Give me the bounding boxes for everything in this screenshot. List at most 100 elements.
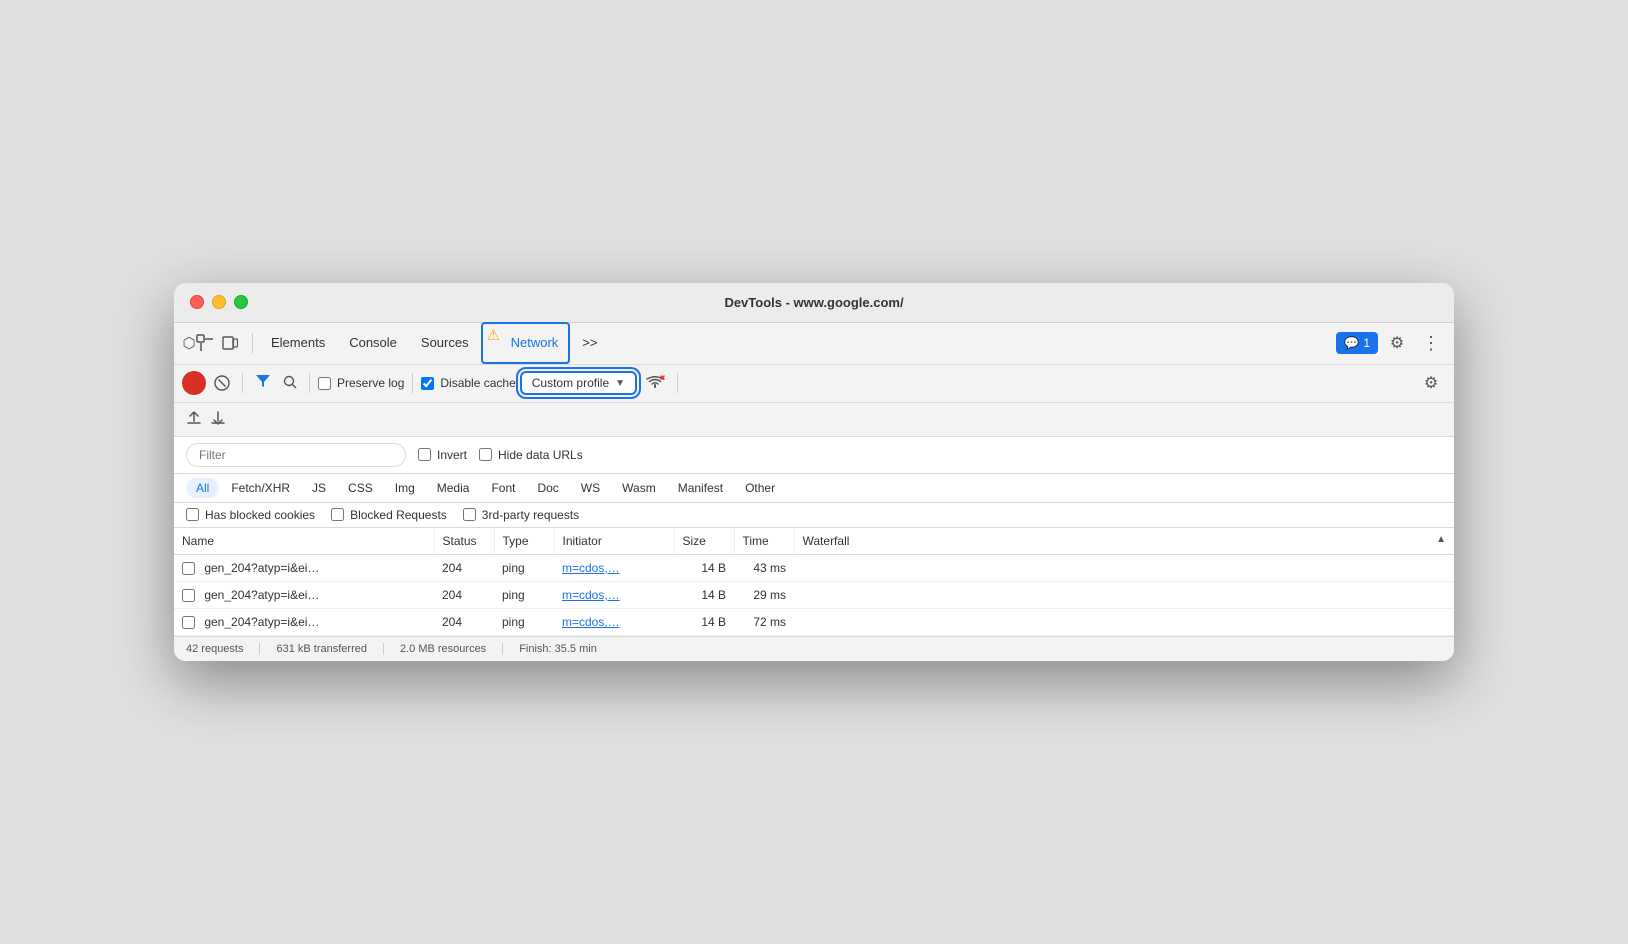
initiator-link-1[interactable]: m=cdos,…: [562, 588, 620, 602]
col-header-size[interactable]: Size: [674, 528, 734, 555]
cell-initiator-1: m=cdos,…: [554, 581, 674, 608]
cell-size-2: 14 B: [674, 609, 734, 636]
cell-name-2: gen_204?atyp=i&ei…: [174, 609, 434, 636]
clear-button[interactable]: [210, 371, 234, 395]
cell-time-2: 72 ms: [734, 609, 794, 636]
type-btn-img[interactable]: Img: [385, 478, 425, 498]
col-header-name[interactable]: Name: [174, 528, 434, 555]
gear-icon: ⚙: [1390, 333, 1404, 353]
preserve-log-label[interactable]: Preserve log: [318, 376, 404, 390]
upload-button[interactable]: [186, 410, 202, 429]
traffic-lights: [190, 295, 248, 309]
preserve-log-checkbox[interactable]: [318, 377, 331, 390]
feedback-button[interactable]: 💬 1: [1336, 332, 1378, 354]
search-icon[interactable]: [279, 373, 301, 394]
network-settings-button[interactable]: ⚙: [1416, 368, 1446, 398]
disable-cache-label[interactable]: Disable cache: [421, 376, 515, 390]
cell-time-1: 29 ms: [734, 581, 794, 608]
col-header-initiator[interactable]: Initiator: [554, 528, 674, 555]
type-btn-ws[interactable]: WS: [571, 478, 610, 498]
chevron-down-icon: ▼: [615, 378, 625, 389]
download-button[interactable]: [210, 410, 226, 429]
filter-input[interactable]: [186, 443, 406, 467]
col-header-waterfall[interactable]: Waterfall ▲: [794, 528, 1454, 555]
col-header-time[interactable]: Time: [734, 528, 794, 555]
initiator-link-0[interactable]: m=cdos,…: [562, 561, 620, 575]
cell-initiator-2: m=cdos,…: [554, 609, 674, 636]
tab-network[interactable]: ⚠ Network: [481, 322, 571, 364]
requests-count: 42 requests: [186, 643, 260, 655]
maximize-button[interactable]: [234, 295, 248, 309]
cell-type-1: ping: [494, 581, 554, 608]
type-btn-manifest[interactable]: Manifest: [668, 478, 733, 498]
type-btn-media[interactable]: Media: [427, 478, 480, 498]
cell-waterfall-1: [794, 581, 1454, 608]
clear-icon: [214, 375, 230, 391]
initiator-link-2[interactable]: m=cdos,…: [562, 615, 620, 629]
third-party-label[interactable]: 3rd-party requests: [463, 508, 579, 522]
minimize-button[interactable]: [212, 295, 226, 309]
tab-console[interactable]: Console: [337, 322, 409, 364]
type-btn-js[interactable]: JS: [302, 478, 336, 498]
tab-separator-1: [252, 333, 253, 353]
cell-status-2: 204: [434, 609, 494, 636]
cell-name-1: gen_204?atyp=i&ei…: [174, 581, 434, 608]
cell-type-2: ping: [494, 609, 554, 636]
network-warning-icon: ⚠: [487, 326, 500, 344]
invert-label[interactable]: Invert: [418, 448, 467, 462]
table-row[interactable]: gen_204?atyp=i&ei… 204 ping m=cdos,… 14 …: [174, 609, 1454, 636]
window-title: DevTools - www.google.com/: [724, 295, 903, 310]
type-btn-fetch-xhr[interactable]: Fetch/XHR: [221, 478, 300, 498]
col-header-type[interactable]: Type: [494, 528, 554, 555]
settings-button[interactable]: ⚙: [1382, 328, 1412, 358]
hide-data-urls-checkbox[interactable]: [479, 448, 492, 461]
wifi-settings-button[interactable]: [641, 373, 669, 393]
type-btn-font[interactable]: Font: [481, 478, 525, 498]
custom-profile-dropdown[interactable]: Custom profile ▼: [520, 371, 637, 395]
titlebar: DevTools - www.google.com/: [174, 283, 1454, 323]
table-row[interactable]: gen_204?atyp=i&ei… 204 ping m=cdos,… 14 …: [174, 581, 1454, 608]
blocked-requests-label[interactable]: Blocked Requests: [331, 508, 447, 522]
cursor-icon: ⬡: [182, 334, 195, 352]
transferred-size: 631 kB transferred: [276, 643, 384, 655]
cursor-tool-button[interactable]: ⬡: [182, 327, 214, 359]
type-filter-row: All Fetch/XHR JS CSS Img Media Font Doc …: [174, 474, 1454, 503]
tabs-right-controls: 💬 1 ⚙ ⋮: [1336, 328, 1446, 358]
type-btn-css[interactable]: CSS: [338, 478, 383, 498]
ctrl-separator-4: [677, 373, 678, 393]
type-btn-wasm[interactable]: Wasm: [612, 478, 666, 498]
record-button[interactable]: [182, 371, 206, 395]
disable-cache-checkbox[interactable]: [421, 377, 434, 390]
blocked-filters-row: Has blocked cookies Blocked Requests 3rd…: [174, 503, 1454, 528]
tab-elements[interactable]: Elements: [259, 322, 337, 364]
row-checkbox-2[interactable]: [182, 616, 195, 629]
device-toolbar-button[interactable]: [214, 327, 246, 359]
filter-icon[interactable]: [251, 372, 275, 395]
row-checkbox-0[interactable]: [182, 562, 195, 575]
ctrl-separator-2: [309, 373, 310, 393]
hide-data-urls-label[interactable]: Hide data URLs: [479, 448, 583, 462]
tab-sources[interactable]: Sources: [409, 322, 481, 364]
third-party-checkbox[interactable]: [463, 508, 476, 521]
cell-type-0: ping: [494, 554, 554, 581]
type-btn-doc[interactable]: Doc: [527, 478, 568, 498]
table-header-row: Name Status Type Initiator Size: [174, 528, 1454, 555]
kebab-icon: ⋮: [1422, 333, 1440, 354]
more-options-button[interactable]: ⋮: [1416, 328, 1446, 358]
blocked-cookies-checkbox[interactable]: [186, 508, 199, 521]
type-btn-other[interactable]: Other: [735, 478, 785, 498]
requests-table-container[interactable]: Name Status Type Initiator Size: [174, 528, 1454, 637]
close-button[interactable]: [190, 295, 204, 309]
blocked-cookies-label[interactable]: Has blocked cookies: [186, 508, 315, 522]
cell-waterfall-0: [794, 554, 1454, 581]
blocked-requests-checkbox[interactable]: [331, 508, 344, 521]
type-btn-all[interactable]: All: [186, 478, 219, 498]
cell-status-1: 204: [434, 581, 494, 608]
invert-checkbox[interactable]: [418, 448, 431, 461]
row-checkbox-1[interactable]: [182, 589, 195, 602]
tab-more[interactable]: >>: [570, 322, 609, 364]
ctrl-separator-3: [412, 373, 413, 393]
table-row[interactable]: gen_204?atyp=i&ei… 204 ping m=cdos,… 14 …: [174, 554, 1454, 581]
col-header-status[interactable]: Status: [434, 528, 494, 555]
cell-time-0: 43 ms: [734, 554, 794, 581]
